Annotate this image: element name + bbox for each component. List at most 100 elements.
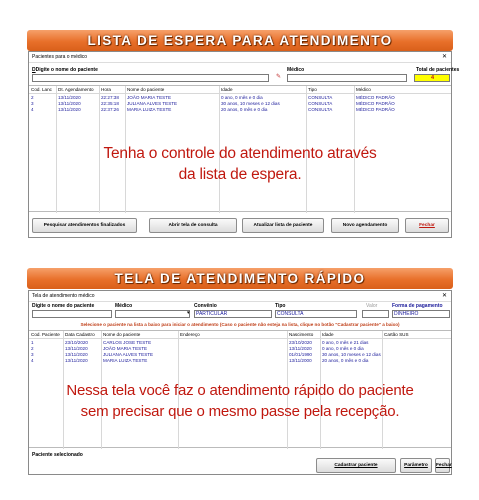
cell-tipo: CONSULTA <box>308 101 333 106</box>
cadastrar-label: Cadastrar paciente <box>334 463 378 468</box>
cell-nascimento: 01/01/1990 <box>289 352 312 357</box>
promo-line-1: Nessa tela você faz o atendimento rápido… <box>66 382 414 399</box>
cell-cod: 3 <box>31 352 34 357</box>
cell-medico: MÉDICO PADRÃO <box>356 107 395 112</box>
window-title: Pacientes para o médico <box>32 54 88 60</box>
close-icon[interactable]: ✕ <box>442 52 447 63</box>
cell-nascimento: 13/11/2020 <box>289 346 312 351</box>
promo-text-top: Tenha o controle do atendimento através … <box>28 143 452 185</box>
total-label: Total de pacientes <box>416 67 460 73</box>
instruction-warning: Selecione o paciente na lista a baixo pa… <box>80 322 400 327</box>
banner-atendimento-rapido: TELA DE ATENDIMENTO RÁPIDO <box>27 268 453 289</box>
cell-date: 13/11/2020 <box>58 95 81 100</box>
search-input[interactable] <box>32 74 269 82</box>
valor-input[interactable] <box>362 310 389 318</box>
paciente-selecionado-label: Paciente selecionado <box>32 452 83 458</box>
abrir-consulta-button[interactable]: Abrir tela de consulta <box>149 218 237 233</box>
novo-agendamento-button[interactable]: Novo agendamento <box>331 218 399 233</box>
close-icon[interactable]: ✕ <box>442 291 447 302</box>
cell-hora: 22:35:18 <box>101 101 119 106</box>
cell-idade: 20 anos, 0 mês e 0 dia <box>221 107 268 112</box>
fechar-button[interactable]: Fechar <box>435 458 452 473</box>
cell-idade: 30 anos, 10 meses e 12 dias <box>322 352 381 357</box>
cell-nome: JULIANA ALVES TESTE <box>127 101 178 106</box>
cell-nome: MARIA LUIZA TESTE <box>103 358 148 363</box>
cell-nascimento: 23/10/2020 <box>289 340 312 345</box>
col-header[interactable]: Dt. Agendamento <box>58 87 94 92</box>
cell-nome: JOÃO MARIA TESTE <box>103 346 148 351</box>
cell-nome: CARLOS JOSE TESTE <box>103 340 152 345</box>
cell-cadastro: 13/11/2020 <box>65 358 88 363</box>
fechar-button[interactable]: Fechar <box>405 218 449 233</box>
cell-cadastro: 13/11/2020 <box>65 352 88 357</box>
col-header[interactable]: Tipo <box>308 87 317 92</box>
col-header[interactable]: Endereço <box>180 332 200 337</box>
medico-label: Médico <box>115 303 133 309</box>
promo-line-2: da lista de espera. <box>178 166 302 183</box>
window-title-bar: Pacientes para o médico ✕ <box>29 52 451 63</box>
pagamento-label: Forma de pagamento <box>392 303 443 309</box>
medico-select[interactable] <box>115 310 190 318</box>
search-label-text: Digite o nome do paciente <box>35 67 98 73</box>
col-header[interactable]: Médico <box>356 87 371 92</box>
fechar-label: Fechar <box>436 463 452 468</box>
cadastrar-paciente-button[interactable]: Cadastrar paciente <box>316 458 396 473</box>
cell-date: 13/11/2020 <box>58 101 81 106</box>
tipo-label: Tipo <box>275 303 286 309</box>
cell-idade: 0 ano, 0 mês e 0 dia <box>322 346 364 351</box>
banner-lista-espera: LISTA DE ESPERA PARA ATENDIMENTO <box>27 30 453 51</box>
cell-cadastro: 23/10/2020 <box>65 340 88 345</box>
convenio-select[interactable]: PARTICULAR <box>194 310 272 318</box>
col-header[interactable]: Cod. Lanc <box>31 87 52 92</box>
col-header[interactable]: Idade <box>221 87 233 92</box>
cell-cod: 4 <box>31 107 34 112</box>
medico-input[interactable] <box>287 74 407 82</box>
valor-label: Valor <box>366 303 378 309</box>
cell-cod: 3 <box>31 101 34 106</box>
pagamento-select[interactable]: DINHEIRO <box>392 310 450 318</box>
chevron-down-icon[interactable]: ▾ <box>187 310 190 316</box>
col-header[interactable]: Nascimento <box>289 332 313 337</box>
window-title: Tela de atendimento médico <box>32 293 95 299</box>
eraser-icon[interactable]: ✎ <box>276 73 281 80</box>
cell-cod: 2 <box>31 95 34 100</box>
cell-cadastro: 13/11/2020 <box>65 346 88 351</box>
cell-hora: 22:37:26 <box>101 107 119 112</box>
total-value: 4 <box>414 74 450 82</box>
cell-cod: 2 <box>31 346 34 351</box>
cell-idade: 20 anos, 0 mês e 0 dia <box>322 358 369 363</box>
cell-tipo: CONSULTA <box>308 95 333 100</box>
col-header[interactable]: Nome do paciente <box>103 332 140 337</box>
col-header[interactable]: Cod. Paciente <box>31 332 60 337</box>
atualizar-lista-button[interactable]: Atualizar lista de paciente <box>242 218 324 233</box>
promo-text-bottom: Nessa tela você faz o atendimento rápido… <box>28 380 452 422</box>
pesquisar-finalizados-button[interactable]: Pesquisar atendimentos finalizados <box>32 218 137 233</box>
cell-cod: 4 <box>31 358 34 363</box>
search-input[interactable] <box>32 310 112 318</box>
cell-nascimento: 13/11/2000 <box>289 358 312 363</box>
search-label: DDigite o nome do paciente <box>32 67 98 73</box>
cell-idade: 0 ano, 0 mês e 0 dia <box>221 95 263 100</box>
cell-tipo: CONSULTA <box>308 107 333 112</box>
col-header[interactable]: Cartão SUS <box>384 332 409 337</box>
tipo-select[interactable]: CONSULTA <box>275 310 357 318</box>
col-header[interactable]: Nome do paciente <box>127 87 164 92</box>
promo-line-2: sem precisar que o mesmo passe pela rece… <box>80 403 400 420</box>
cell-idade: 0 ano, 0 mês e 21 dias <box>322 340 369 345</box>
cell-date: 13/11/2020 <box>58 107 81 112</box>
promo-line-1: Tenha o controle do atendimento através <box>103 145 377 162</box>
col-header[interactable]: Hora <box>101 87 111 92</box>
cell-cod: 1 <box>31 340 34 345</box>
cell-hora: 22:27:38 <box>101 95 119 100</box>
cell-idade: 30 anos, 10 meses e 12 dias <box>221 101 280 106</box>
cell-medico: MÉDICO PADRÃO <box>356 95 395 100</box>
cell-nome: JULIANA ALVES TESTE <box>103 352 154 357</box>
window-title-bar: Tela de atendimento médico ✕ <box>29 291 451 302</box>
convenio-label: Convênio <box>194 303 217 309</box>
cell-nome: MARIA LUIZA TESTE <box>127 107 172 112</box>
col-header[interactable]: Idade <box>322 332 334 337</box>
col-header[interactable]: Data Cadastro <box>65 332 95 337</box>
search-label: Digite o nome do paciente <box>32 303 95 309</box>
parametro-button[interactable]: Parâmetro <box>400 458 432 473</box>
medico-label: Médico <box>287 67 305 73</box>
